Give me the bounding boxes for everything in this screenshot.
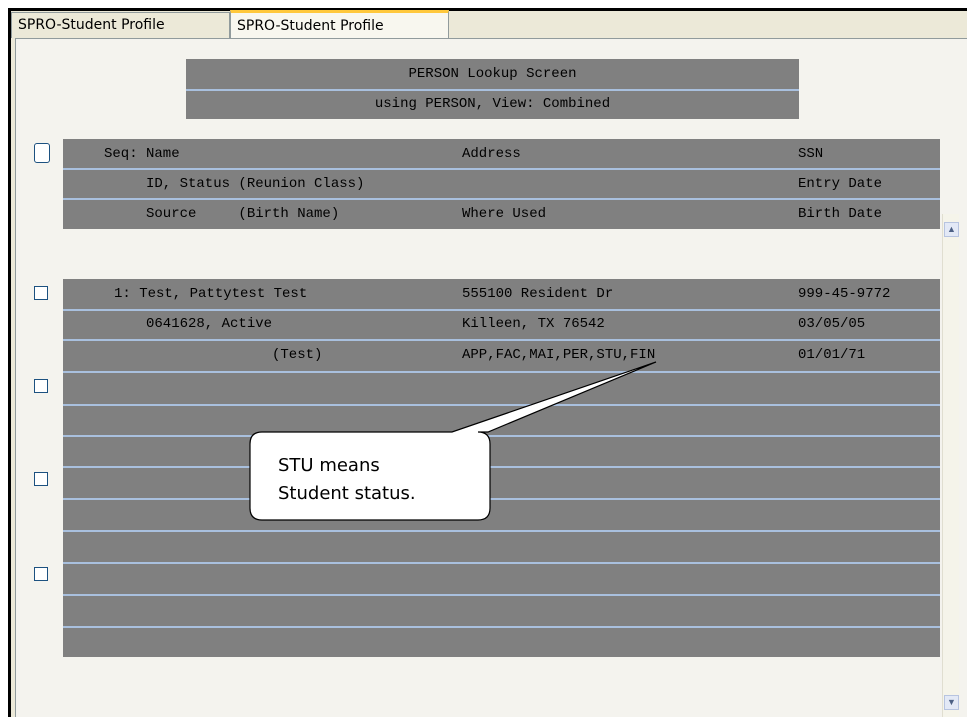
column-header-sep-2 xyxy=(63,198,940,200)
row-sep xyxy=(63,339,940,341)
col-address: Address xyxy=(462,146,521,162)
row-sep xyxy=(63,309,940,311)
row-2-checkbox[interactable] xyxy=(34,379,48,393)
row-1-checkbox[interactable] xyxy=(34,286,48,300)
record-id-status: 0641628, Active xyxy=(146,316,273,332)
row-sep xyxy=(63,498,940,500)
col-birth-date: Birth Date xyxy=(798,206,883,222)
record-ssn: 999-45-9772 xyxy=(798,286,891,302)
row-4-checkbox[interactable] xyxy=(34,567,48,581)
col-ssn: SSN xyxy=(798,146,824,162)
callout-text: STU means Student status. xyxy=(278,452,416,508)
scroll-down-icon[interactable]: ▼ xyxy=(944,695,959,710)
header-separator xyxy=(186,89,799,91)
row-sep xyxy=(63,626,940,628)
row-sep xyxy=(63,530,940,532)
col-source: Source (Birth Name) xyxy=(146,206,340,222)
page-title: PERSON Lookup Screen xyxy=(408,66,577,82)
tab-spro-student-profile-1[interactable]: SPRO-Student Profile xyxy=(11,12,230,38)
record-address-1: 555100 Resident Dr xyxy=(462,286,614,302)
row-sep xyxy=(63,562,940,564)
callout-line-1: STU means xyxy=(278,455,380,476)
column-header-sep-1 xyxy=(63,168,940,170)
col-entry-date: Entry Date xyxy=(798,176,883,192)
callout-line-2: Student status. xyxy=(278,483,416,504)
record-entry-date: 03/05/05 xyxy=(798,316,866,332)
vertical-scrollbar[interactable]: ▲ ▼ xyxy=(942,214,959,717)
col-seq-name: Seq: Name xyxy=(104,146,180,162)
results-grid xyxy=(63,279,940,657)
row-sep xyxy=(63,466,940,468)
col-id-status: ID, Status (Reunion Class) xyxy=(146,176,365,192)
scroll-up-icon[interactable]: ▲ xyxy=(944,222,959,237)
row-sep xyxy=(63,371,940,373)
page-subtitle: using PERSON, View: Combined xyxy=(374,96,611,112)
row-3-checkbox[interactable] xyxy=(34,472,48,486)
record-birth-name: (Test) xyxy=(272,347,323,363)
record-birth-date: 01/01/71 xyxy=(798,347,866,363)
row-sep xyxy=(63,404,940,406)
row-sep xyxy=(63,435,940,437)
record-seq-name[interactable]: 1: Test, Pattytest Test xyxy=(114,286,307,302)
row-sep xyxy=(63,594,940,596)
record-where-used: APP,FAC,MAI,PER,STU,FIN xyxy=(462,347,656,363)
record-address-2: Killeen, TX 76542 xyxy=(462,316,605,332)
select-all-checkbox[interactable] xyxy=(34,143,50,163)
col-where-used: Where Used xyxy=(462,206,547,222)
tab-spro-student-profile-2[interactable]: SPRO-Student Profile xyxy=(230,10,449,40)
